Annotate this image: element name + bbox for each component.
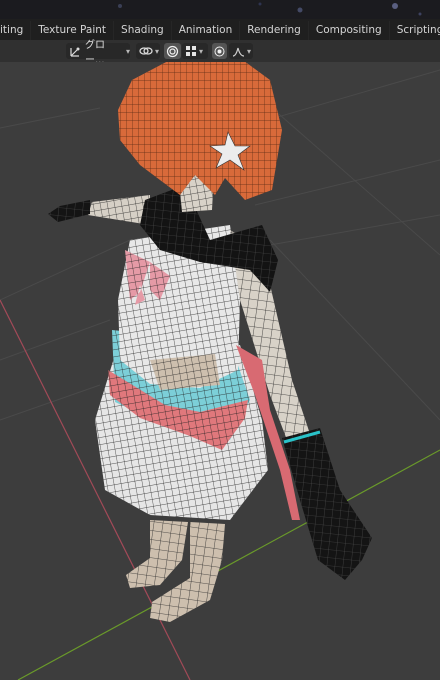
tab-scripting[interactable]: Scripting [390,21,440,40]
snap-increment-icon [185,45,197,57]
transform-pivot-icon [69,45,82,58]
tab-rendering[interactable]: Rendering [240,21,309,40]
proportional-editing-toggle[interactable] [164,43,181,59]
chevron-down-icon: ▾ [155,46,160,56]
character-model [48,62,372,622]
viewport-scene [0,62,440,680]
viewport-header: グロー... ▾ ▾ ▾ ▾ [0,40,440,66]
curve-falloff-icon [232,46,245,57]
chevron-down-icon: ▾ [125,46,130,56]
tab-animation[interactable]: Animation [172,21,241,40]
blender-window: iting Texture Paint Shading Animation Re… [0,0,440,680]
overlay-toggle[interactable] [212,43,227,59]
proportional-editing-icon [166,45,179,58]
workspace-tab-bar: iting Texture Paint Shading Animation Re… [0,0,440,40]
overlay-dot-icon [214,46,225,57]
snap-link-icon [139,45,153,57]
chevron-down-icon: ▾ [247,46,252,56]
transform-orientation-dropdown[interactable]: グロー... ▾ [66,40,130,66]
snap-increment-dropdown[interactable]: ▾ [182,43,208,59]
tab-layout[interactable]: iting [0,21,32,40]
chevron-down-icon: ▾ [199,46,204,56]
3d-viewport[interactable] [0,62,440,680]
falloff-dropdown[interactable]: ▾ [229,43,253,59]
snap-link-button[interactable]: ▾ [136,43,160,59]
tab-compositing[interactable]: Compositing [309,21,390,40]
